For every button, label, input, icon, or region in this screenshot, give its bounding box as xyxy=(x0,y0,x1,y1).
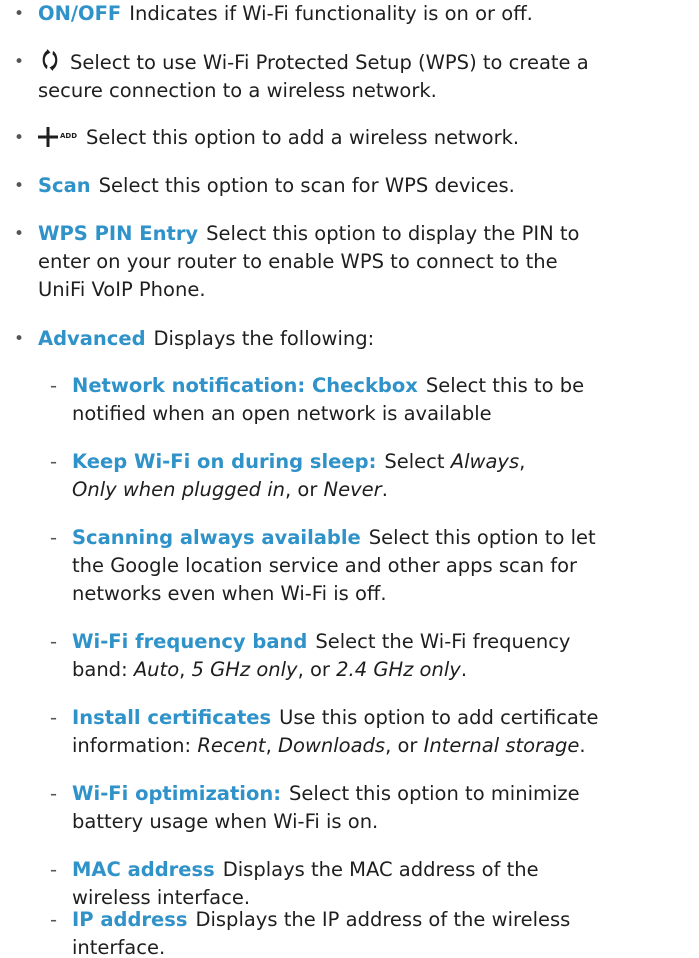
bullet: • xyxy=(14,4,25,24)
add-icon: ADD xyxy=(38,125,86,149)
description-prefix: information: xyxy=(72,734,198,757)
term-network-notification: Network notification: Checkbox xyxy=(72,374,418,397)
end-punct: . xyxy=(579,734,586,757)
dash: - xyxy=(50,374,58,397)
wps-icon xyxy=(38,48,62,72)
term-wifi-frequency-band: Wi-Fi frequency band xyxy=(72,630,308,653)
dash: - xyxy=(50,630,58,653)
dash: - xyxy=(50,526,58,549)
description-line-2: notified when an open network is availab… xyxy=(72,402,492,425)
option-internal-storage: Internal storage xyxy=(423,734,580,757)
bullet: • xyxy=(14,329,25,349)
dash: - xyxy=(50,858,58,881)
document-page: • ON/OFF Indicates if Wi-Fi functionality… xyxy=(0,0,699,958)
description-line-2: interface. xyxy=(72,936,166,958)
description-line-1: Select to use Wi-Fi Protected Setup (WPS… xyxy=(70,51,589,74)
end-punct: . xyxy=(381,478,388,501)
separator: , or xyxy=(385,734,424,757)
dash: - xyxy=(50,450,58,473)
sub-item-ip-address: - IP address Displays the IP address of t… xyxy=(0,906,699,958)
term-on-off: ON/OFF xyxy=(38,2,122,25)
description-line-1: Select the Wi-Fi frequency xyxy=(315,630,571,653)
description-line-2: battery usage when Wi-Fi is on. xyxy=(72,810,379,833)
bullet: • xyxy=(14,128,25,148)
add-icon-label: ADD xyxy=(60,132,77,140)
term-install-certificates: Install certificates xyxy=(72,706,272,729)
option-downloads: Downloads xyxy=(278,734,386,757)
option-recent: Recent xyxy=(197,734,266,757)
separator: , or xyxy=(297,658,337,681)
description-line-1: Displays the MAC address of the xyxy=(222,858,539,881)
dash: - xyxy=(50,782,58,805)
term-wifi-optimization: Wi-Fi optimization: xyxy=(72,782,282,805)
bullet: • xyxy=(14,224,25,244)
description-line-1: Use this option to add certificate xyxy=(279,706,599,729)
description-line-2: enter on your router to enable WPS to co… xyxy=(38,250,558,273)
description-line-3: UniFi VoIP Phone. xyxy=(38,278,206,301)
description-line-2: the Google location service and other ap… xyxy=(72,554,578,577)
separator: , xyxy=(265,734,278,757)
separator: , xyxy=(179,658,192,681)
term-mac-address: MAC address xyxy=(72,858,215,881)
dash: - xyxy=(50,706,58,729)
description-line-1: Select this option to minimize xyxy=(289,782,580,805)
separator: , or xyxy=(285,478,324,501)
description-line-2: secure connection to a wireless network. xyxy=(38,79,437,102)
term-ip-address: IP address xyxy=(72,908,188,931)
term-advanced: Advanced xyxy=(38,327,146,350)
separator: , xyxy=(519,450,526,473)
option-only-when-plugged-in: Only when plugged in xyxy=(72,478,285,501)
description-line-1: Select this option to let xyxy=(368,526,596,549)
option-always: Always xyxy=(450,450,520,473)
description-line-1: Select this option to display the PIN to xyxy=(206,222,580,245)
term-scan: Scan xyxy=(38,174,91,197)
option-5ghz-only: 5 GHz only xyxy=(191,658,298,681)
description: Select this option to scan for WPS devic… xyxy=(98,174,515,197)
bullet: • xyxy=(14,52,25,72)
option-auto: Auto xyxy=(133,658,180,681)
term-scanning-always-available: Scanning always available xyxy=(72,526,361,549)
description-line-3: networks even when Wi-Fi is off. xyxy=(72,582,387,605)
dash: - xyxy=(50,908,58,931)
term-wps-pin-entry: WPS PIN Entry xyxy=(38,222,199,245)
description: Displays the following: xyxy=(153,327,375,350)
option-2-4ghz-only: 2.4 GHz only xyxy=(336,658,461,681)
description: Indicates if Wi-Fi functionality is on o… xyxy=(129,2,533,25)
description-prefix: band: xyxy=(72,658,134,681)
term-keep-wifi-on: Keep Wi-Fi on during sleep: xyxy=(72,450,377,473)
description-line-1: Displays the IP address of the wireless xyxy=(195,908,571,931)
option-never: Never xyxy=(323,478,382,501)
description: Select this option to add a wireless net… xyxy=(86,126,520,149)
description-line-1: Select this to be xyxy=(425,374,585,397)
end-punct: . xyxy=(460,658,468,681)
description-prefix: Select xyxy=(384,450,451,473)
bullet: • xyxy=(14,176,25,196)
